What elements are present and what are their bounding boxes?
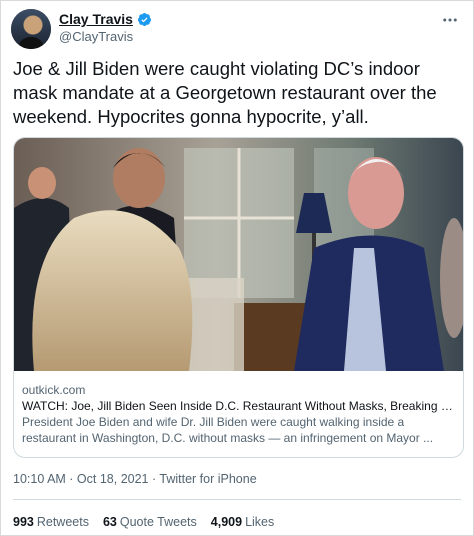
- quotes-count: 63: [102, 515, 117, 529]
- tweet: Clay Travis @ClayTravis Joe & Jill Biden…: [0, 0, 474, 536]
- likes-stat[interactable]: 4,909 Likes: [211, 515, 274, 529]
- quotes-label: Quote Tweets: [119, 515, 197, 529]
- likes-label: Likes: [245, 515, 275, 529]
- more-icon[interactable]: [441, 11, 459, 34]
- card-title: WATCH: Joe, Jill Biden Seen Inside D.C. …: [22, 399, 454, 413]
- likes-count: 4,909: [210, 515, 243, 529]
- tweet-text: Joe & Jill Biden were caught violating D…: [13, 58, 437, 127]
- retweets-count: 993: [13, 515, 34, 529]
- tweet-timestamp[interactable]: 10:10 AM · Oct 18, 2021 · Twitter for iP…: [13, 472, 257, 486]
- verified-badge-icon: [137, 12, 151, 26]
- card-description: President Joe Biden and wife Dr. Jill Bi…: [22, 415, 434, 445]
- display-name[interactable]: Clay Travis: [59, 11, 133, 27]
- author-handle[interactable]: @ClayTravis: [59, 29, 133, 44]
- link-card[interactable]: outkick.com WATCH: Joe, Jill Biden Seen …: [13, 137, 464, 458]
- author-name-row: Clay Travis: [59, 11, 152, 27]
- quotes-stat[interactable]: 63 Quote Tweets: [103, 515, 197, 529]
- retweets-stat[interactable]: 993 Retweets: [13, 515, 89, 529]
- divider: [13, 499, 461, 500]
- avatar[interactable]: [11, 9, 51, 49]
- card-domain: outkick.com: [22, 383, 86, 397]
- engagement-stats: 993 Retweets 63 Quote Tweets 4,909 Likes: [13, 515, 274, 529]
- card-meta: outkick.com WATCH: Joe, Jill Biden Seen …: [22, 382, 454, 446]
- card-image: [14, 138, 463, 371]
- retweets-label: Retweets: [36, 515, 89, 529]
